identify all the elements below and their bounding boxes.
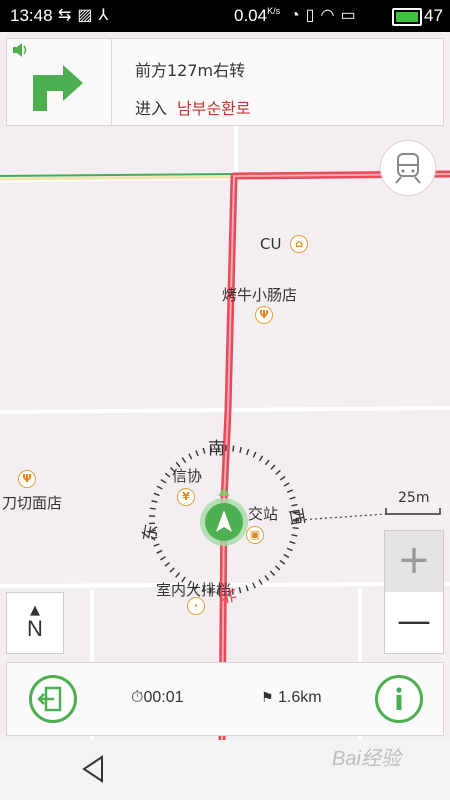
exit-icon: [37, 686, 62, 712]
map-canvas: [0, 126, 450, 740]
trip-info-bar: ⏱00:01 ⚑ 1.6km: [6, 662, 444, 736]
train-icon: [395, 153, 421, 184]
road-entry: 进入 남부순환로: [135, 95, 251, 119]
turn-indicator: [7, 39, 112, 125]
enter-label: 进入: [135, 99, 168, 118]
navigation-card: 前方127m右转 进入 남부순환로: [6, 38, 444, 126]
turn-right-icon: [13, 43, 83, 111]
flag-icon: ⚑: [261, 689, 274, 705]
zoom-controls: + —: [384, 530, 444, 654]
poi-label[interactable]: CU: [260, 235, 281, 253]
speaker-icon: [13, 43, 27, 57]
exit-navigation-button[interactable]: [29, 675, 77, 723]
info-button[interactable]: [375, 675, 423, 723]
shopping-basket-icon[interactable]: ⌂: [290, 235, 308, 253]
battery-icon: [392, 8, 422, 26]
vibrate-icon: ▯: [305, 7, 321, 24]
poi-label[interactable]: 刀切面店: [2, 492, 62, 513]
back-icon[interactable]: [80, 754, 106, 784]
usb-tether-icon: ⅄: [98, 7, 115, 24]
compass-south: 南: [208, 439, 225, 459]
screen-icon: ▭: [340, 7, 362, 24]
status-bar: 13:48 ⇆▨⅄ 0.04K/s ◔▯◠▭ 47: [0, 0, 450, 32]
zoom-in-button[interactable]: +: [385, 531, 443, 592]
watermark: Bai经验: [332, 748, 401, 770]
status-time: 13:48: [10, 6, 53, 25]
fork-knife-icon[interactable]: Ψ: [18, 470, 36, 488]
turn-instruction: 前方127m右转: [135, 61, 246, 80]
network-speed: 0.04K/s: [234, 6, 281, 25]
poi-label[interactable]: 交站: [248, 503, 278, 524]
info-icon: [396, 687, 402, 710]
status-icons-right: ◔▯◠▭: [290, 5, 362, 25]
battery-level: 47: [424, 6, 443, 25]
status-icons-left: ⇆▨⅄: [58, 5, 114, 25]
wifi-icon: ◠: [320, 7, 341, 24]
zoom-out-button[interactable]: —: [385, 593, 443, 653]
image-icon: ▨: [77, 7, 99, 24]
elapsed-time: ⏱00:01: [131, 689, 184, 706]
yen-icon[interactable]: ¥: [177, 488, 195, 506]
fork-knife-icon[interactable]: Ψ: [255, 306, 273, 324]
nfc-icon: ◔: [290, 7, 306, 24]
scale-label: 25m: [398, 490, 430, 506]
north-up-button[interactable]: ▲ N: [6, 592, 64, 654]
stopwatch-icon: ⏱: [131, 689, 144, 706]
dot-icon[interactable]: ·: [187, 597, 205, 615]
poi-label[interactable]: 信协: [172, 465, 202, 486]
bus-icon[interactable]: ▣: [246, 526, 264, 544]
poi-label[interactable]: 烤牛小肠店: [222, 284, 297, 305]
usb-icon: ⇆: [58, 7, 78, 24]
map-view[interactable]: CU ⌂ 烤牛小肠店 Ψ Ψ 刀切面店 信协 ¥ 交站 ▣ 室内大排档 · 南 …: [0, 32, 450, 740]
north-label: N: [27, 616, 43, 641]
road-name: 남부순환로: [177, 99, 251, 118]
remaining-distance: ⚑ 1.6km: [261, 689, 322, 706]
rail-transit-button[interactable]: [380, 140, 436, 196]
